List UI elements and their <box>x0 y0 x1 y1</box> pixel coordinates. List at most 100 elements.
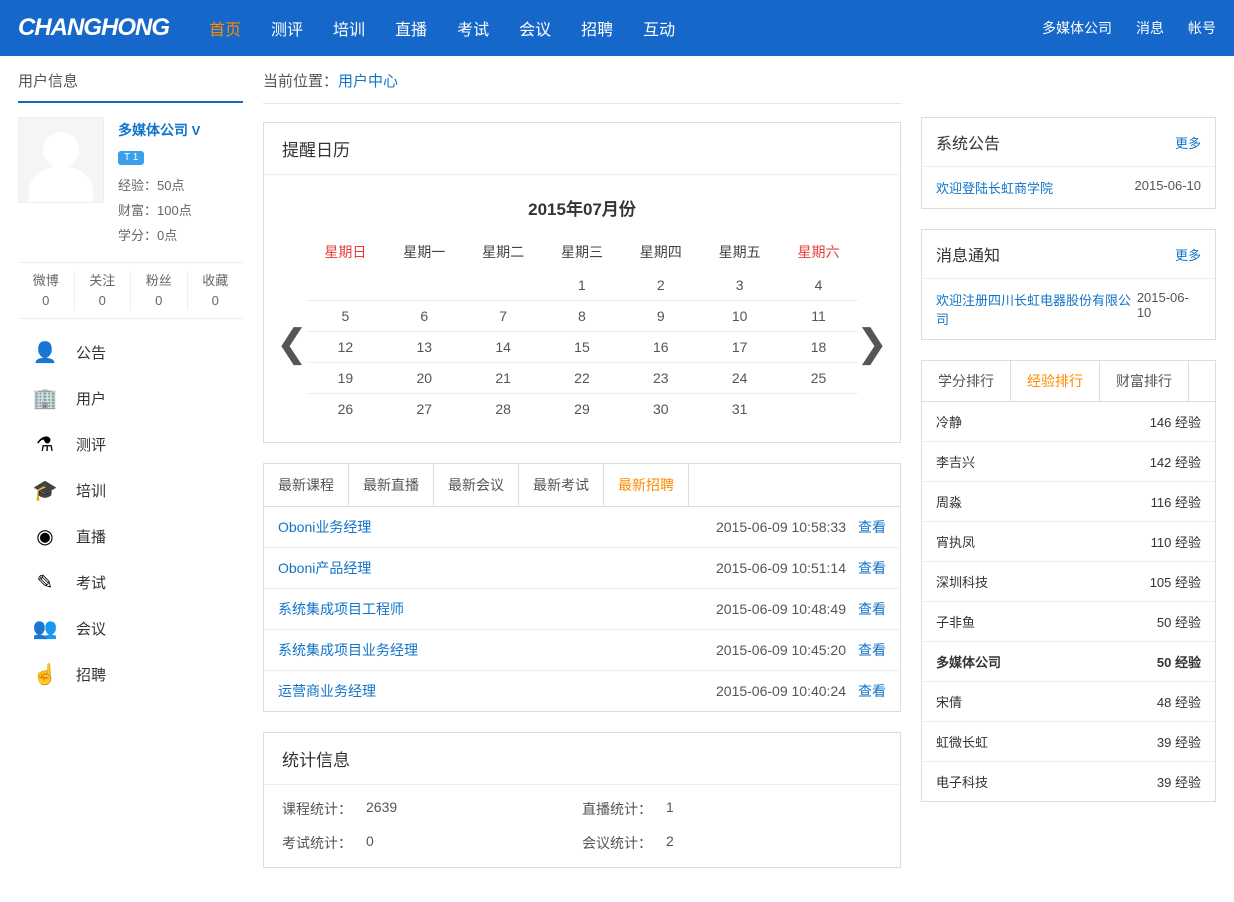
nav-right-item[interactable]: 消息 <box>1136 18 1164 38</box>
calendar-day[interactable]: 16 <box>621 332 700 363</box>
menu-item[interactable]: ◉直播 <box>18 513 243 559</box>
calendar-day[interactable]: 19 <box>306 363 385 394</box>
calendar-day[interactable]: 11 <box>779 301 858 332</box>
msgs-more[interactable]: 更多 <box>1175 245 1201 264</box>
rank-tab[interactable]: 经验排行 <box>1011 361 1100 401</box>
menu-item[interactable]: 👥会议 <box>18 605 243 651</box>
rank-item[interactable]: 多媒体公司50 经验 <box>922 642 1215 682</box>
rank-name: 冷静 <box>936 412 962 431</box>
nav-right-item[interactable]: 多媒体公司 <box>1042 18 1112 38</box>
nav-item[interactable]: 首页 <box>209 16 241 40</box>
item-title[interactable]: Oboni业务经理 <box>278 517 716 537</box>
social-cell[interactable]: 粉丝0 <box>131 271 188 310</box>
social-cell[interactable]: 收藏0 <box>188 271 244 310</box>
view-link[interactable]: 查看 <box>858 681 886 701</box>
calendar-day[interactable]: 1 <box>543 270 622 301</box>
calendar-day[interactable]: 21 <box>464 363 543 394</box>
calendar-day[interactable]: 27 <box>385 394 464 425</box>
rank-item[interactable]: 深圳科技105 经验 <box>922 562 1215 602</box>
calendar-day[interactable]: 17 <box>700 332 779 363</box>
view-link[interactable]: 查看 <box>858 599 886 619</box>
calendar-day[interactable]: 12 <box>306 332 385 363</box>
rank-tab[interactable]: 学分排行 <box>922 361 1011 401</box>
view-link[interactable]: 查看 <box>858 517 886 537</box>
nav-item[interactable]: 考试 <box>457 16 489 40</box>
view-link[interactable]: 查看 <box>858 640 886 660</box>
announce-more[interactable]: 更多 <box>1175 133 1201 152</box>
rank-item[interactable]: 李吉兴142 经验 <box>922 442 1215 482</box>
notice-link[interactable]: 欢迎登陆长虹商学院 <box>936 178 1053 197</box>
rank-item[interactable]: 周淼116 经验 <box>922 482 1215 522</box>
menu-item[interactable]: 🏢用户 <box>18 375 243 421</box>
item-title[interactable]: 系统集成项目业务经理 <box>278 640 716 660</box>
latest-tab[interactable]: 最新会议 <box>434 464 519 506</box>
header: CHANGHONG 首页 测评 培训 直播 考试 会议 招聘 互动 多媒体公司 消息 帐号 <box>0 0 1234 56</box>
calendar-day[interactable]: 30 <box>621 394 700 425</box>
calendar-next-icon[interactable]: ❯ <box>856 325 888 363</box>
calendar-day[interactable]: 28 <box>464 394 543 425</box>
latest-tab[interactable]: 最新直播 <box>349 464 434 506</box>
calendar-day[interactable]: 3 <box>700 270 779 301</box>
menu-label: 培训 <box>76 480 106 501</box>
rank-box: 学分排行经验排行财富排行 冷静146 经验李吉兴142 经验周淼116 经验宵执… <box>921 360 1216 802</box>
calendar-day[interactable]: 6 <box>385 301 464 332</box>
primary-nav: 首页 测评 培训 直播 考试 会议 招聘 互动 <box>209 16 1042 40</box>
brand-logo[interactable]: CHANGHONG <box>18 14 169 42</box>
nav-item[interactable]: 培训 <box>333 16 365 40</box>
calendar-day[interactable]: 31 <box>700 394 779 425</box>
calendar-day[interactable]: 23 <box>621 363 700 394</box>
latest-tab[interactable]: 最新课程 <box>264 464 349 506</box>
rank-item[interactable]: 子非鱼50 经验 <box>922 602 1215 642</box>
menu-item[interactable]: 👤公告 <box>18 329 243 375</box>
rank-value: 50 经验 <box>1157 612 1201 631</box>
view-link[interactable]: 查看 <box>858 558 886 578</box>
calendar-day[interactable]: 4 <box>779 270 858 301</box>
social-cell[interactable]: 微博0 <box>18 271 75 310</box>
nav-item[interactable]: 互动 <box>643 16 675 40</box>
notice-link[interactable]: 欢迎注册四川长虹电器股份有限公司 <box>936 290 1137 328</box>
calendar-day[interactable]: 24 <box>700 363 779 394</box>
calendar-day[interactable]: 7 <box>464 301 543 332</box>
calendar-day[interactable]: 10 <box>700 301 779 332</box>
social-cell[interactable]: 关注0 <box>75 271 132 310</box>
calendar-day[interactable]: 5 <box>306 301 385 332</box>
calendar-day[interactable]: 13 <box>385 332 464 363</box>
calendar-prev-icon[interactable]: ❮ <box>276 325 308 363</box>
calendar-day[interactable]: 20 <box>385 363 464 394</box>
main: 当前位置：用户中心 提醒日历 2015年07月份 ❮ ❯ 星期日星期一星期二星期… <box>263 70 901 888</box>
nav-item[interactable]: 招聘 <box>581 16 613 40</box>
menu-item[interactable]: ⚗测评 <box>18 421 243 467</box>
latest-tab[interactable]: 最新考试 <box>519 464 604 506</box>
rank-tab[interactable]: 财富排行 <box>1100 361 1189 401</box>
calendar-day[interactable]: 9 <box>621 301 700 332</box>
rank-item[interactable]: 虹微长虹39 经验 <box>922 722 1215 762</box>
menu-item[interactable]: ✎考试 <box>18 559 243 605</box>
rank-item[interactable]: 宋倩48 经验 <box>922 682 1215 722</box>
weekday-header: 星期二 <box>464 234 543 270</box>
item-title[interactable]: Oboni产品经理 <box>278 558 716 578</box>
calendar-day[interactable]: 14 <box>464 332 543 363</box>
avatar[interactable] <box>18 117 104 203</box>
rank-item[interactable]: 冷静146 经验 <box>922 402 1215 442</box>
rank-item[interactable]: 宵执凤110 经验 <box>922 522 1215 562</box>
menu-item[interactable]: 🎓培训 <box>18 467 243 513</box>
calendar-day[interactable]: 29 <box>543 394 622 425</box>
calendar-day[interactable]: 26 <box>306 394 385 425</box>
nav-right-item[interactable]: 帐号 <box>1188 18 1216 38</box>
nav-item[interactable]: 会议 <box>519 16 551 40</box>
latest-tab[interactable]: 最新招聘 <box>604 464 689 506</box>
calendar-day[interactable]: 25 <box>779 363 858 394</box>
nav-item[interactable]: 直播 <box>395 16 427 40</box>
calendar-day[interactable]: 22 <box>543 363 622 394</box>
item-title[interactable]: 运营商业务经理 <box>278 681 716 701</box>
item-title[interactable]: 系统集成项目工程师 <box>278 599 716 619</box>
calendar-day[interactable]: 2 <box>621 270 700 301</box>
rank-value: 39 经验 <box>1157 732 1201 751</box>
calendar-day[interactable]: 15 <box>543 332 622 363</box>
profile-name[interactable]: 多媒体公司 <box>118 122 188 138</box>
breadcrumb-link[interactable]: 用户中心 <box>338 73 398 90</box>
menu-item[interactable]: ☝招聘 <box>18 651 243 697</box>
calendar-day[interactable]: 8 <box>543 301 622 332</box>
nav-item[interactable]: 测评 <box>271 16 303 40</box>
calendar-day[interactable]: 18 <box>779 332 858 363</box>
